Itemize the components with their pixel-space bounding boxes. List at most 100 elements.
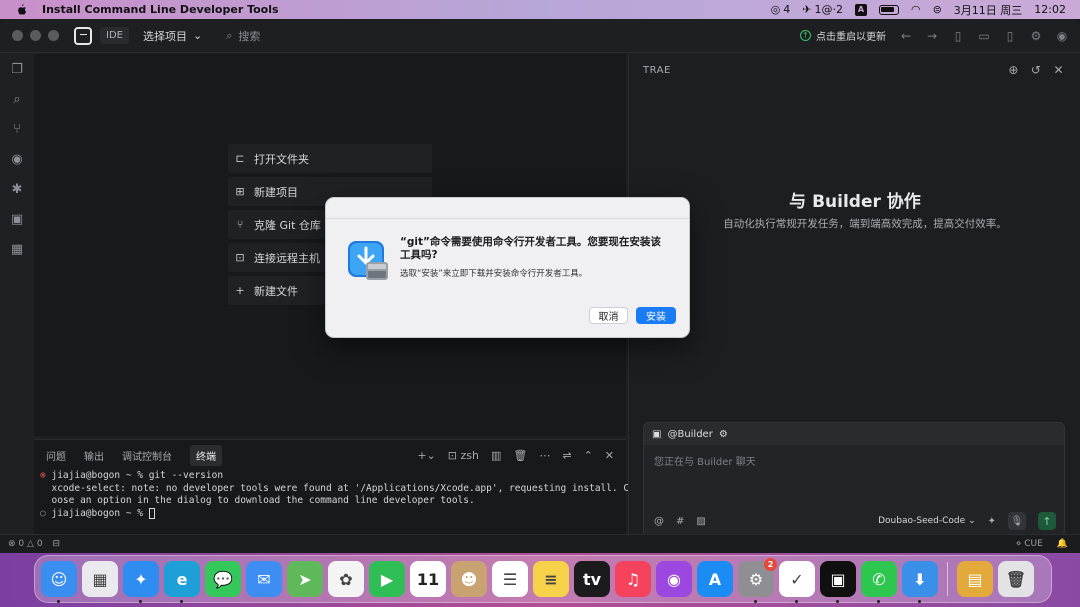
remote-explorer-icon[interactable]: ▣	[9, 212, 25, 228]
podcasts-icon[interactable]: ◉	[656, 561, 692, 597]
finder-icon[interactable]: ☺	[41, 561, 77, 603]
trae-icon[interactable]: ▣	[820, 561, 856, 603]
new-terminal-icon[interactable]: +⌄	[417, 449, 435, 462]
project-select[interactable]: 选择项目 ⌄	[143, 28, 202, 44]
restart-update-button[interactable]: ↑ 点击重启以更新	[800, 28, 886, 43]
launchpad-icon[interactable]: ▦	[82, 561, 118, 597]
debug-bug-icon[interactable]: ✱	[9, 182, 25, 198]
cancel-button[interactable]: 取消	[589, 307, 628, 324]
facetime-icon[interactable]: ▶	[369, 561, 405, 597]
dock-separator	[947, 562, 948, 596]
maximize-panel-icon[interactable]: ⌃	[584, 449, 593, 462]
close-window-button[interactable]	[12, 30, 23, 41]
problems-status[interactable]: ⊗ 0 △ 0	[8, 539, 43, 549]
reminders-icon[interactable]: ☰	[492, 561, 528, 597]
wechat-icon[interactable]: ✆	[861, 561, 897, 603]
contacts-icon[interactable]: ☻	[451, 561, 487, 597]
battery-icon[interactable]	[878, 4, 899, 15]
lark-icon[interactable]: ✓	[779, 561, 815, 603]
chat-input-box[interactable]: ▣ @Builder ⚙ 您正在与 Builder 聊天 @ # ▨ Doubao-…	[643, 422, 1065, 537]
panel-toolbar: +⌄ ⊡ zsh ▥ 🗑 ⋯ ⇌ ⌃ ✕	[417, 449, 626, 462]
close-side-panel-icon[interactable]: ✕	[1053, 63, 1064, 77]
history-icon[interactable]: ↺	[1031, 63, 1042, 77]
trash-icon[interactable]: 🗑	[998, 561, 1034, 597]
status-bar: ⊗ 0 △ 0 ⊟ ⋄ CUE 🔔	[0, 534, 1080, 553]
mail-icon[interactable]: ✉	[246, 561, 282, 597]
music-icon[interactable]: ♫	[615, 561, 651, 597]
agent-settings-icon[interactable]: ⚙	[719, 429, 728, 440]
wifi-icon[interactable]: ◠	[911, 3, 921, 16]
model-select[interactable]: Doubao-Seed-Code ⌄	[878, 516, 976, 526]
search-input[interactable]: ⌕ 搜索	[226, 28, 260, 44]
messages-icon[interactable]: 💬	[205, 561, 241, 597]
search-files-icon[interactable]: ⌕	[9, 92, 25, 108]
install-tools-dialog: “git”命令需要使用命令行开发者工具。您要现在安装该工具吗? 选取“安装”来立…	[325, 197, 690, 338]
menubar-date[interactable]: 3月11日 周三	[954, 2, 1023, 18]
install-button[interactable]: 安装	[636, 307, 676, 324]
ports-icon[interactable]: ⊟	[53, 539, 61, 549]
trae-ai-panel: TRAE ⊕ ↺ ✕ 与 Builder 协作 自动化执行常规开发任务，端到端高…	[628, 54, 1080, 537]
safari-icon[interactable]: ✦	[123, 561, 159, 603]
account-icon[interactable]: ◉	[1056, 30, 1068, 42]
folder-open-icon: ⊏	[235, 152, 245, 165]
back-arrow-icon[interactable]: ←	[900, 30, 912, 42]
panel-settings-icon[interactable]: ⇌	[562, 449, 571, 462]
chat-agent-tag[interactable]: ▣ @Builder ⚙	[644, 423, 1064, 445]
notes-icon[interactable]: ≡	[533, 561, 569, 597]
explorer-icon[interactable]: ❐	[9, 62, 25, 78]
notifications-bell-icon[interactable]: 🔔	[1057, 539, 1068, 549]
kill-terminal-trash-icon[interactable]: 🗑	[513, 449, 527, 462]
send-button[interactable]: ↑	[1038, 512, 1056, 530]
settings-icon[interactable]: ⚙ 2	[738, 558, 777, 603]
error-circle-icon: ⊗	[8, 539, 19, 549]
extensions-icon[interactable]: ▦	[9, 242, 25, 258]
mention-at-icon[interactable]: @	[654, 516, 664, 527]
tab-terminal[interactable]: 终端	[190, 444, 222, 466]
vpn-status[interactable]: ✈ 1@·2	[802, 3, 843, 16]
new-chat-icon[interactable]: ⊕	[1008, 63, 1019, 77]
terminal-shell-select[interactable]: ⊡ zsh	[448, 449, 479, 462]
ide-mode-tag[interactable]: IDE	[100, 27, 129, 44]
terminal-cursor	[148, 508, 155, 520]
installer-icon[interactable]: ⬇	[902, 561, 938, 603]
language-mode[interactable]: ⋄ CUE	[1016, 539, 1043, 549]
open-folder-button[interactable]: ⊏ 打开文件夹	[228, 144, 432, 173]
toggle-sidebar-icon[interactable]: ▯	[952, 30, 964, 42]
dialog-divider	[326, 218, 689, 219]
forward-arrow-icon[interactable]: →	[926, 30, 938, 42]
package-icon[interactable]: ▤	[957, 561, 993, 597]
apple-logo-icon[interactable]	[14, 3, 28, 17]
toggle-panel-icon[interactable]: ▭	[978, 30, 990, 42]
calendar-icon[interactable]: 11	[410, 561, 446, 597]
hash-context-icon[interactable]: #	[676, 516, 684, 527]
maps-icon[interactable]: ➤	[287, 561, 323, 597]
chat-input[interactable]: 您正在与 Builder 聊天	[644, 445, 1064, 476]
edge-icon[interactable]: e	[164, 561, 200, 603]
tab-debug-console[interactable]: 调试控制台	[122, 448, 172, 463]
microphone-icon[interactable]: 🎙	[1008, 512, 1026, 530]
preview-eye-icon[interactable]: ◉	[9, 152, 25, 168]
menubar-time[interactable]: 12:02	[1034, 3, 1066, 16]
more-actions-icon[interactable]: ⋯	[539, 449, 550, 462]
terminal-output[interactable]: ⊗ jiajia@bogon ~ % git --version xcode-s…	[34, 470, 635, 521]
input-method-icon[interactable]: A	[854, 3, 867, 16]
source-control-icon[interactable]: ⑂	[9, 122, 25, 138]
photos-icon[interactable]: ✿	[328, 561, 364, 597]
minimize-window-button[interactable]	[30, 30, 41, 41]
new-project-icon: ⊞	[235, 185, 245, 198]
menubar-app-title[interactable]: Install Command Line Developer Tools	[42, 3, 279, 16]
apple-tv-icon[interactable]: tv	[574, 561, 610, 597]
image-attach-icon[interactable]: ▨	[696, 516, 705, 527]
split-terminal-icon[interactable]: ▥	[491, 449, 501, 462]
zoom-window-button[interactable]	[48, 30, 59, 41]
close-panel-icon[interactable]: ✕	[605, 449, 614, 462]
toggle-secondary-sidebar-icon[interactable]: ▯	[1004, 30, 1016, 42]
app-store-icon[interactable]: A	[697, 561, 733, 597]
sparkle-icon[interactable]: ✦	[988, 516, 996, 527]
tab-output[interactable]: 输出	[84, 448, 104, 463]
clone-git-label: 克隆 Git 仓库	[254, 218, 321, 232]
control-center-icon[interactable]: ⊜	[933, 3, 942, 16]
wechat-status[interactable]: ◎ 4	[771, 3, 791, 16]
tab-problems[interactable]: 问题	[46, 448, 66, 463]
settings-gear-icon[interactable]: ⚙	[1030, 30, 1042, 42]
